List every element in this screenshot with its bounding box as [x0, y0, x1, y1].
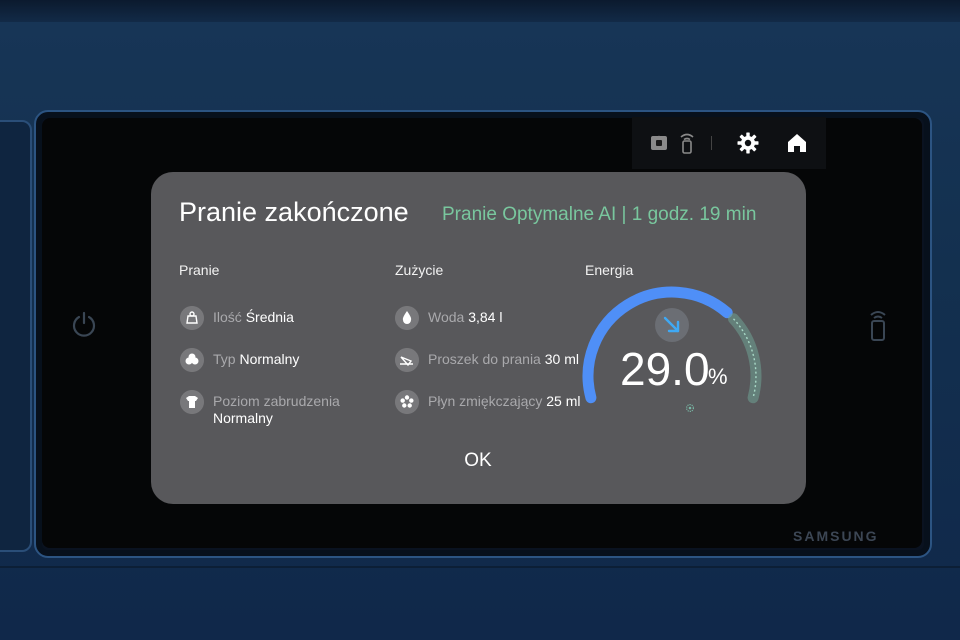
small-leaf-icon: [685, 403, 694, 412]
item-label: Ilość: [213, 309, 242, 325]
item-label: Proszek do prania: [428, 351, 541, 367]
child-lock-icon: [651, 135, 667, 150]
fabric-type-icon: [180, 348, 204, 372]
item-label: Poziom zabrudzenia: [213, 393, 340, 409]
home-icon[interactable]: [786, 132, 808, 154]
item-value: Średnia: [245, 309, 294, 325]
status-divider: [711, 136, 712, 150]
item-value: 3,84 l: [468, 309, 503, 325]
energy-saving-value: 29.0: [620, 343, 710, 395]
zuzycie-heading: Zużycie: [395, 262, 444, 278]
energy-saved-arc: [728, 313, 762, 404]
item-value: Normalny: [239, 351, 300, 367]
energia-heading: Energia: [585, 262, 634, 278]
gear-icon[interactable]: [736, 131, 760, 155]
dialog-title: Pranie zakończone: [179, 197, 409, 227]
detergent-icon: [395, 348, 419, 372]
cycle-summary: Pranie Optymalne AI | 1 godz. 19 min: [442, 204, 757, 225]
smart-control-icon[interactable]: [866, 308, 890, 342]
ok-button[interactable]: OK: [448, 444, 508, 478]
item-label: Typ: [213, 351, 236, 367]
top-bezel: [0, 0, 960, 22]
item-value: 25 ml: [546, 393, 581, 409]
energy-saving-unit: %: [708, 364, 728, 389]
item-label: Płyn zmiękczający: [428, 393, 543, 409]
brand-logo: SAMSUNG: [793, 528, 879, 544]
item-value: Normalny: [213, 410, 273, 426]
soil-level-icon: [180, 390, 204, 414]
pranie-heading: Pranie: [179, 262, 220, 278]
scale-icon: [180, 306, 204, 330]
panel-edge: [0, 566, 960, 568]
power-icon[interactable]: [70, 310, 98, 338]
water-drop-icon: [395, 306, 419, 330]
softener-icon: [395, 390, 419, 414]
item-value: 30 ml: [544, 351, 579, 367]
dial-slot: [0, 120, 32, 552]
remote-control-icon: [680, 133, 694, 154]
item-label: Woda: [428, 309, 465, 325]
